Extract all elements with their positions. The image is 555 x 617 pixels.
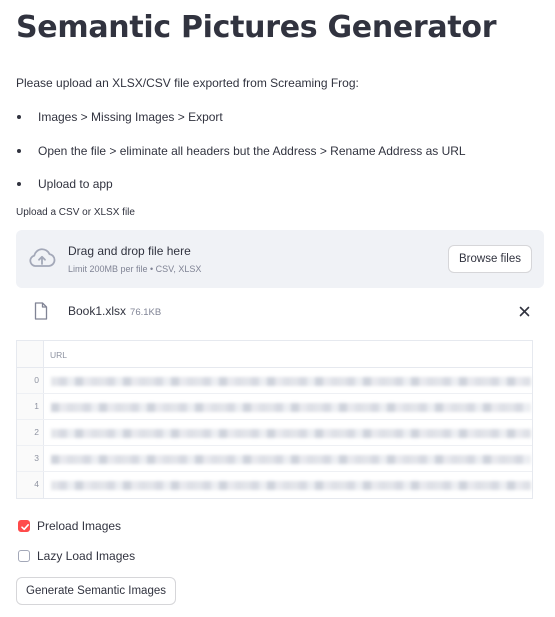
dropzone-instruction: Drag and drop file here (68, 244, 191, 258)
intro-text: Please upload an XLSX/CSV file exported … (16, 76, 359, 90)
table-row: 4 (17, 472, 532, 498)
browse-files-button[interactable]: Browse files (448, 245, 532, 273)
close-icon[interactable] (519, 304, 530, 317)
column-header-url[interactable]: URL (50, 350, 67, 360)
url-dataframe[interactable]: URL 0 1 2 3 4 (16, 340, 533, 499)
checkbox-label: Preload Images (37, 519, 122, 533)
table-row: 0 (17, 368, 532, 394)
upload-label: Upload a CSV or XLSX file (16, 207, 135, 218)
row-index: 3 (34, 453, 39, 463)
list-item: Open the file > eliminate all headers bu… (16, 142, 466, 176)
list-item: Upload to app (16, 175, 466, 209)
table-row: 1 (17, 394, 532, 420)
check-icon (21, 524, 29, 531)
table-cell (51, 375, 532, 386)
file-name-text: Book1.xlsx (68, 304, 127, 318)
row-index: 2 (34, 427, 39, 437)
table-cell (51, 453, 532, 464)
file-size: 76.1KB (130, 307, 162, 318)
table-cell (51, 427, 532, 438)
table-row: 3 (17, 446, 532, 472)
table-cell (51, 479, 532, 490)
file-icon (34, 302, 48, 320)
page-title: Semantic Pictures Generator (16, 10, 497, 45)
table-row: 2 (17, 420, 532, 446)
checkbox-checked[interactable] (18, 520, 30, 532)
row-index: 1 (34, 401, 39, 411)
instructions-list: Images > Missing Images > Export Open th… (16, 108, 466, 209)
cloud-upload-icon (27, 246, 57, 270)
checkbox-unchecked[interactable] (18, 550, 30, 562)
file-name: Book1.xlsx 76.1KB (68, 304, 161, 318)
dropzone-limit: Limit 200MB per file • CSV, XLSX (68, 264, 202, 274)
list-item: Images > Missing Images > Export (16, 108, 466, 142)
table-cell (51, 401, 532, 412)
row-index: 0 (34, 375, 39, 385)
uploaded-file: Book1.xlsx 76.1KB (16, 299, 544, 325)
row-index: 4 (34, 479, 39, 489)
index-header (17, 341, 44, 367)
generate-semantic-images-button[interactable]: Generate Semantic Images (16, 577, 176, 605)
file-dropzone[interactable]: Drag and drop file here Limit 200MB per … (16, 230, 544, 288)
checkbox-label: Lazy Load Images (37, 549, 136, 563)
table-header: URL (17, 341, 532, 368)
